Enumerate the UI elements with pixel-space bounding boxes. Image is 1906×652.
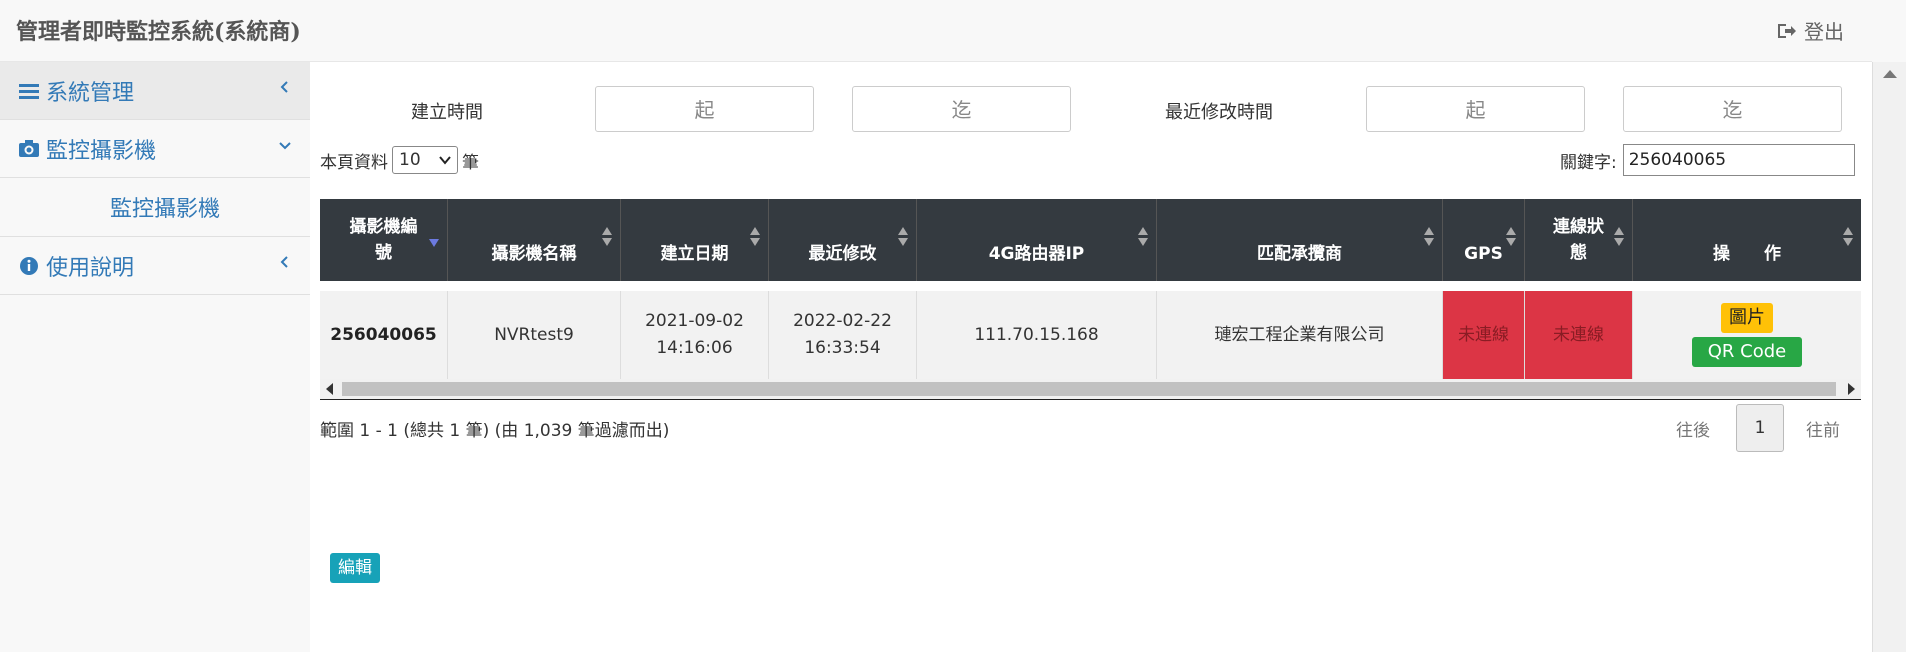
- modified-to-input[interactable]: 迄: [1623, 86, 1842, 132]
- logout-button[interactable]: 登出: [1776, 16, 1844, 45]
- col-created-date[interactable]: 建立日期: [621, 199, 769, 281]
- sort-icon: [602, 227, 612, 249]
- sort-icon: [1424, 227, 1434, 249]
- page-length-control: 本頁資料 10 筆: [320, 146, 479, 174]
- sort-icon: [1138, 227, 1148, 249]
- header-label: 攝影機編號: [349, 217, 418, 263]
- top-navbar: 管理者即時監控系統(系統商) 登出: [0, 0, 1872, 62]
- camera-icon: [18, 138, 40, 160]
- sidebar-subitem-cameras[interactable]: 監控攝影機: [0, 178, 310, 237]
- col-router-ip[interactable]: 4G路由器IP: [917, 199, 1157, 281]
- bars-icon: [18, 80, 40, 102]
- page-length-value: 10: [399, 150, 421, 170]
- header-label: 4G路由器IP: [988, 244, 1085, 264]
- sidebar-item-label: 使用說明: [46, 255, 135, 281]
- header-label: 攝影機名稱: [491, 244, 577, 264]
- chevron-down-icon: [439, 156, 451, 165]
- info-circle-icon: [18, 255, 40, 277]
- col-actions[interactable]: 操 作: [1633, 199, 1861, 281]
- cell-camera-id: 256040065: [320, 291, 448, 379]
- col-modified[interactable]: 最近修改: [769, 199, 917, 281]
- col-camera-name[interactable]: 攝影機名稱: [448, 199, 621, 281]
- created-from-input[interactable]: 起: [595, 86, 814, 132]
- sidebar: 系統管理 監控攝影機 監控攝影機 使用說明: [0, 62, 310, 652]
- modified-time: 16:33:54: [804, 338, 881, 358]
- keyword-input[interactable]: 256040065: [1622, 144, 1855, 176]
- header-label: 最近修改: [808, 244, 877, 264]
- pagination-previous[interactable]: 往後: [1676, 416, 1710, 441]
- scrollbar-thumb[interactable]: [342, 382, 1836, 396]
- cell-contractor: 璉宏工程企業有限公司: [1157, 291, 1443, 379]
- chevron-left-icon: [280, 81, 288, 93]
- keyword-label: 關鍵字:: [1560, 152, 1617, 173]
- modified-from-input[interactable]: 起: [1366, 86, 1585, 132]
- main-content: 建立時間 起 迄 最近修改時間 起 迄 本頁資料 10 筆 關鍵字: 25604…: [310, 62, 1872, 652]
- scroll-right-icon[interactable]: [1848, 383, 1855, 395]
- camera-table: 攝影機編號 攝影機名稱 建立日期 最近修改 4G路由器IP 匹配承攬商 GPS …: [320, 199, 1861, 583]
- page-length-select[interactable]: 10: [392, 146, 458, 174]
- scroll-up-icon[interactable]: [1883, 70, 1897, 78]
- created-time-label: 建立時間: [411, 102, 483, 123]
- pagination-page-1[interactable]: 1: [1736, 404, 1784, 452]
- col-camera-id[interactable]: 攝影機編號: [320, 199, 448, 281]
- sort-icon: [898, 227, 908, 249]
- cell-actions: 編輯 圖片 QR Code: [330, 291, 1861, 583]
- sort-icon: [1843, 227, 1853, 249]
- header-label: 建立日期: [660, 244, 729, 264]
- sidebar-item-system-management[interactable]: 系統管理: [0, 62, 310, 120]
- cell-gps-status: 未連線: [1443, 291, 1525, 379]
- image-button[interactable]: 圖片: [1721, 303, 1773, 333]
- header-label: GPS: [1464, 244, 1503, 264]
- header-label: 匹配承攬商: [1257, 244, 1342, 264]
- sort-desc-icon: [429, 239, 439, 247]
- chevron-down-icon: [279, 142, 291, 150]
- col-gps[interactable]: GPS: [1443, 199, 1525, 281]
- page-length-prefix: 本頁資料: [320, 152, 388, 173]
- horizontal-scrollbar[interactable]: [320, 379, 1861, 400]
- col-connection-status[interactable]: 連線狀態: [1525, 199, 1633, 281]
- keyword-search: 關鍵字: 256040065: [1560, 144, 1855, 176]
- logout-label: 登出: [1804, 20, 1844, 44]
- table-row[interactable]: 256040065 NVRtest9 2021-09-02 14:16:06 2…: [320, 291, 1861, 583]
- sort-icon: [750, 227, 760, 249]
- sidebar-item-label: 系統管理: [46, 80, 135, 106]
- pagination-next[interactable]: 往前: [1806, 416, 1840, 441]
- header-label: 操 作: [1713, 244, 1781, 264]
- scroll-left-icon[interactable]: [326, 383, 333, 395]
- cell-camera-name: NVRtest9: [448, 291, 621, 379]
- action-row: 編輯 圖片: [330, 303, 1773, 583]
- sign-out-icon: [1778, 23, 1796, 38]
- table-header: 攝影機編號 攝影機名稱 建立日期 最近修改 4G路由器IP 匹配承攬商 GPS …: [320, 199, 1861, 281]
- table-info: 範圍 1 - 1 (總共 1 筆) (由 1,039 筆過濾而出): [320, 421, 670, 441]
- page-length-suffix: 筆: [462, 152, 479, 173]
- sidebar-item-help[interactable]: 使用說明: [0, 237, 310, 295]
- qr-code-button[interactable]: QR Code: [1691, 337, 1803, 367]
- cell-modified: 2022-02-22 16:33:54: [769, 291, 917, 379]
- created-time: 14:16:06: [656, 338, 733, 358]
- created-to-input[interactable]: 迄: [852, 86, 1071, 132]
- col-contractor[interactable]: 匹配承攬商: [1157, 199, 1443, 281]
- sidebar-item-cameras[interactable]: 監控攝影機: [0, 120, 310, 178]
- modified-time-label: 最近修改時間: [1165, 102, 1273, 123]
- edit-button[interactable]: 編輯: [330, 553, 380, 583]
- sort-icon: [1506, 227, 1516, 249]
- sort-icon: [1614, 227, 1624, 249]
- pagination: 往後 1 往前: [1676, 404, 1840, 452]
- created-date: 2021-09-02: [645, 311, 744, 331]
- cell-created-date: 2021-09-02 14:16:06: [621, 291, 769, 379]
- vertical-scrollbar[interactable]: [1872, 62, 1906, 652]
- header-label: 連線狀態: [1553, 217, 1604, 263]
- app-title: 管理者即時監控系統(系統商): [16, 19, 301, 45]
- sidebar-item-label: 監控攝影機: [46, 138, 157, 164]
- cell-router-ip: 111.70.15.168: [917, 291, 1157, 379]
- cell-connection-status: 未連線: [1525, 291, 1633, 379]
- modified-date: 2022-02-22: [793, 311, 892, 331]
- chevron-left-icon: [280, 256, 288, 268]
